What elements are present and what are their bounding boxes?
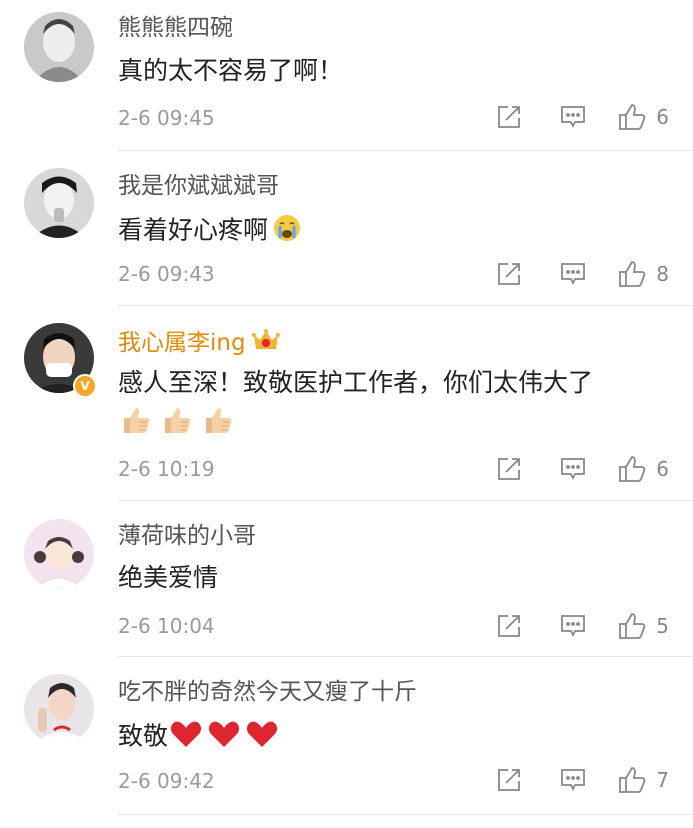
comment-text-body: 看着好心疼啊: [118, 215, 269, 245]
share-icon[interactable]: [496, 261, 522, 287]
like-count: 5: [656, 614, 669, 638]
comment-item: 我是你斌斌斌哥 看着好心疼啊 2-6 09:43 8: [0, 151, 693, 306]
divider: [118, 814, 693, 815]
thumbs-up-emoji-icon: [161, 404, 193, 440]
comment-username[interactable]: 我心属李ing: [118, 327, 280, 360]
comment-icon[interactable]: [560, 456, 586, 482]
comment-item: 薄荷味的小哥 绝美爱情 2-6 10:04 5: [0, 501, 693, 657]
avatar[interactable]: [24, 12, 94, 82]
like-count: 8: [656, 262, 669, 286]
avatar[interactable]: [24, 674, 94, 744]
like-count: 7: [656, 768, 669, 792]
comment-username-text: 我心属李ing: [118, 330, 246, 356]
share-icon[interactable]: [496, 456, 522, 482]
comment-text: 真的太不容易了啊！: [118, 56, 344, 85]
comment-username[interactable]: 我是你斌斌斌哥: [118, 172, 279, 200]
comment-username[interactable]: 薄荷味的小哥: [118, 522, 256, 550]
comment-actions: 8: [496, 259, 669, 289]
share-icon[interactable]: [496, 104, 522, 130]
thumbs-up-emoji-row: [120, 404, 234, 440]
crying-face-emoji-icon: [272, 213, 302, 250]
comment-actions: 6: [496, 454, 669, 484]
thumbs-up-emoji-icon: [120, 404, 152, 440]
comment-icon[interactable]: [560, 767, 586, 793]
comment-item: V 我心属李ing 感人至深！致敬医护工作者，你们太伟大了 2-6 10:19 …: [0, 306, 693, 501]
comment-icon[interactable]: [560, 613, 586, 639]
thumbs-up-icon: [619, 104, 646, 130]
comment-timestamp: 2-6 10:19: [118, 457, 215, 481]
red-heart-emoji-icon: [246, 719, 278, 756]
comment-text-body: 致敬: [118, 721, 169, 751]
comment-timestamp: 2-6 09:42: [118, 769, 215, 793]
comment-text: 看着好心疼啊: [118, 213, 302, 250]
red-heart-emoji-icon: [208, 719, 240, 756]
like-button[interactable]: 8: [618, 260, 669, 288]
comment-text: 感人至深！致敬医护工作者，你们太伟大了: [118, 368, 594, 397]
thumbs-up-icon: [619, 456, 646, 482]
like-count: 6: [656, 457, 669, 481]
comment-timestamp: 2-6 10:04: [118, 614, 215, 638]
comment-actions: 5: [496, 611, 669, 641]
verified-badge-icon: V: [73, 374, 97, 398]
thumbs-up-icon: [619, 261, 646, 287]
comment-username[interactable]: 吃不胖的奇然今天又瘦了十斤: [118, 678, 417, 706]
like-button[interactable]: 6: [618, 455, 669, 483]
comment-text: 绝美爱情: [118, 563, 219, 592]
comment-text: 致敬: [118, 719, 278, 756]
comment-icon[interactable]: [560, 104, 586, 130]
thumbs-up-icon: [619, 613, 646, 639]
like-button[interactable]: 6: [618, 103, 669, 131]
like-button[interactable]: 7: [618, 766, 669, 794]
red-heart-emoji-icon: [170, 719, 202, 756]
comment-actions: 6: [496, 102, 669, 132]
comment-username[interactable]: 熊熊熊四碗: [118, 14, 233, 42]
crown-icon: [251, 327, 280, 360]
thumbs-up-emoji-icon: [202, 404, 234, 440]
comment-icon[interactable]: [560, 261, 586, 287]
comment-actions: 7: [496, 765, 669, 795]
comment-item: 吃不胖的奇然今天又瘦了十斤 致敬 2-6 09:42 7: [0, 657, 693, 815]
share-icon[interactable]: [496, 613, 522, 639]
thumbs-up-icon: [619, 767, 646, 793]
comment-timestamp: 2-6 09:45: [118, 106, 215, 130]
like-button[interactable]: 5: [618, 612, 669, 640]
comment-timestamp: 2-6 09:43: [118, 262, 215, 286]
like-count: 6: [656, 105, 669, 129]
avatar[interactable]: [24, 519, 94, 589]
comment-item: 熊熊熊四碗 真的太不容易了啊！ 2-6 09:45 6: [0, 0, 693, 151]
avatar[interactable]: [24, 168, 94, 238]
share-icon[interactable]: [496, 767, 522, 793]
